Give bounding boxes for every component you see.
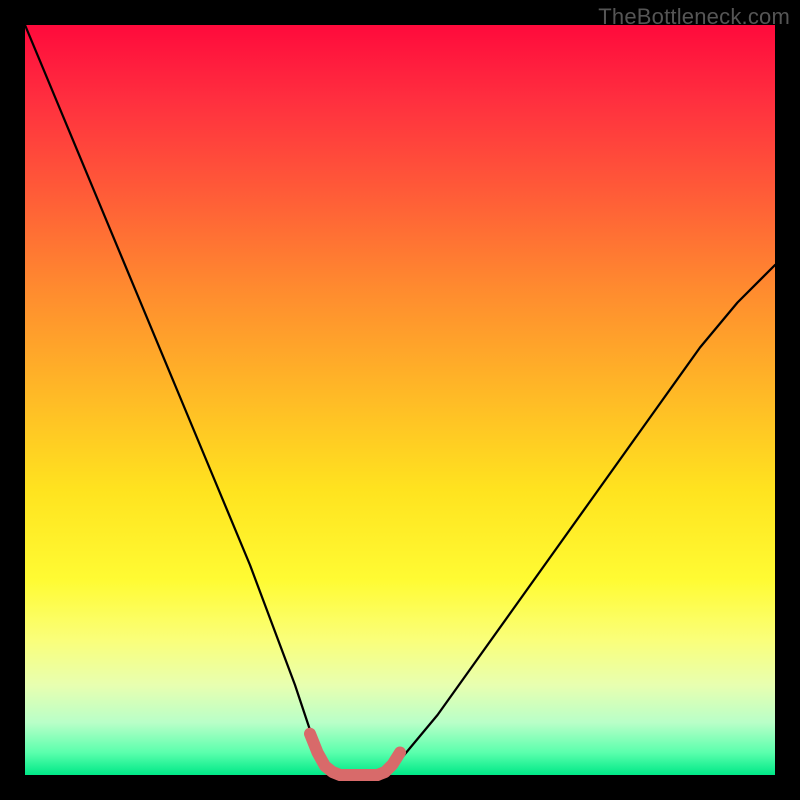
plot-area <box>25 25 775 775</box>
bottleneck-chart: TheBottleneck.com <box>0 0 800 800</box>
optimal-zone-highlight <box>310 734 400 775</box>
watermark-text: TheBottleneck.com <box>598 4 790 30</box>
curve-layer <box>25 25 775 775</box>
bottleneck-curve <box>25 25 775 775</box>
